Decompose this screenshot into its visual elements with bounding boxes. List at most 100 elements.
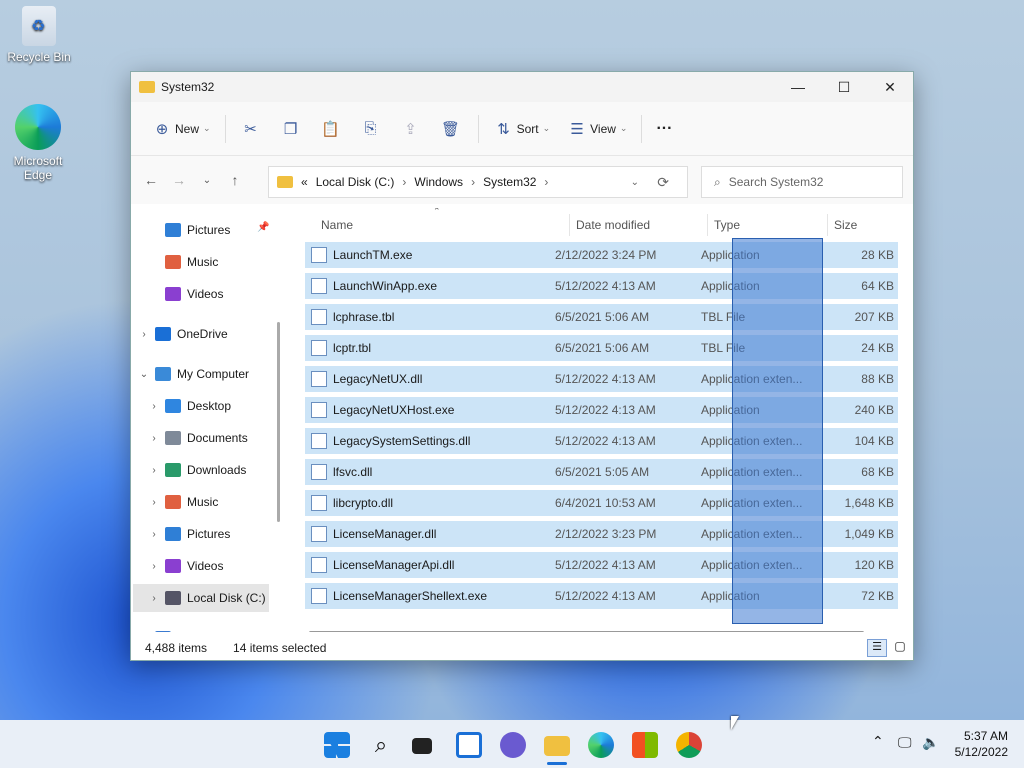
sidebar-scrollbar[interactable] xyxy=(277,322,280,522)
sidebar-item-downloads[interactable]: › Downloads xyxy=(147,456,277,484)
table-row[interactable]: LaunchTM.exe 2/12/2022 3:24 PM Application… xyxy=(305,242,898,268)
sidebar-item-music[interactable]: › Music xyxy=(147,488,277,516)
sidebar-item-pictures[interactable]: › Pictures xyxy=(147,520,277,548)
file-name-cell[interactable]: LicenseManager.dll xyxy=(305,526,555,542)
sidebar-item-videos[interactable]: Videos xyxy=(147,280,277,308)
file-name-cell[interactable]: LicenseManagerApi.dll xyxy=(305,557,555,573)
pictures-icon xyxy=(165,527,181,541)
breadcrumb-system32[interactable]: System32 xyxy=(483,175,536,189)
sidebar-item-local-disk-c-[interactable]: › Local Disk (C:) xyxy=(133,584,269,612)
file-name-cell[interactable]: lcphrase.tbl xyxy=(305,309,555,325)
chrome-icon[interactable] xyxy=(676,732,702,758)
file-name-cell[interactable]: libcrypto.dll xyxy=(305,495,555,511)
table-row[interactable]: LegacyNetUXHost.exe 5/12/2022 4:13 AM Appl… xyxy=(305,397,898,423)
table-row[interactable]: lcphrase.tbl 6/5/2021 5:06 AM TBL File 207 … xyxy=(305,304,898,330)
forward-arrow-icon[interactable]: → xyxy=(165,166,193,194)
sidebar-item-onedrive[interactable]: › OneDrive xyxy=(137,320,277,348)
search-input[interactable]: ⌕ Search System32 xyxy=(701,166,903,198)
file-explorer-taskbar-icon[interactable] xyxy=(544,736,570,756)
column-header-date[interactable]: Date modified xyxy=(569,214,650,236)
file-name-cell[interactable]: lfsvc.dll xyxy=(305,464,555,480)
table-row[interactable]: libcrypto.dll 6/4/2021 10:53 AM Applicatio… xyxy=(305,490,898,516)
widgets-icon[interactable] xyxy=(456,732,482,758)
sidebar-item-network[interactable]: ›Network xyxy=(137,624,277,632)
view-button[interactable]: ☰ View ⌄ xyxy=(558,113,635,145)
back-arrow-icon[interactable]: ← xyxy=(137,166,165,194)
column-header-size[interactable]: Size xyxy=(827,214,857,236)
expand-chevron-icon[interactable]: › xyxy=(147,529,161,540)
refresh-icon[interactable]: ⟳ xyxy=(657,174,669,191)
sort-button[interactable]: ⇅ Sort ⌄ xyxy=(485,113,559,145)
expand-chevron-icon[interactable]: › xyxy=(137,329,151,340)
more-options-button[interactable]: ··· xyxy=(648,113,680,145)
paste-button[interactable]: 📋 xyxy=(312,113,352,145)
table-row[interactable]: lfsvc.dll 6/5/2021 5:05 AM Application ext… xyxy=(305,459,898,485)
table-row[interactable]: LicenseManager.dll 2/12/2022 3:23 PM Appli… xyxy=(305,521,898,547)
desktop-icon-recycle-bin[interactable]: ♻ Recycle Bin xyxy=(7,6,71,64)
expand-chevron-icon[interactable]: › xyxy=(147,465,161,476)
copy-button[interactable]: ❐ xyxy=(272,113,312,145)
file-name-cell[interactable]: LaunchWinApp.exe xyxy=(305,278,555,294)
desktop-icon-edge[interactable]: Microsoft Edge xyxy=(6,104,70,182)
address-dropdown-chevron-icon[interactable]: ⌄ xyxy=(631,177,639,188)
address-path[interactable]: « Local Disk (C:) › Windows › System32 › ⌄ … xyxy=(268,166,688,198)
size-cell: 1,049 KB xyxy=(844,527,894,541)
expand-chevron-icon[interactable]: › xyxy=(147,561,161,572)
network-icon[interactable]: 🖵 xyxy=(898,734,912,751)
up-arrow-icon[interactable]: ↑ xyxy=(221,166,249,194)
path-overflow[interactable]: « xyxy=(301,175,308,189)
volume-icon[interactable]: 🔈 xyxy=(922,734,939,751)
expand-chevron-icon[interactable]: › xyxy=(147,497,161,508)
sidebar-item-desktop[interactable]: › Desktop xyxy=(147,392,277,420)
sidebar-item-my-computer[interactable]: ⌄ My Computer xyxy=(137,360,277,388)
table-row[interactable]: LegacyNetUX.dll 5/12/2022 4:13 AM Applicat… xyxy=(305,366,898,392)
table-row[interactable]: LegacySystemSettings.dll 5/12/2022 4:13 A… xyxy=(305,428,898,454)
table-row[interactable]: LaunchWinApp.exe 5/12/2022 4:13 AM Applica… xyxy=(305,273,898,299)
expand-chevron-icon[interactable]: › xyxy=(147,593,161,604)
table-row[interactable]: LicenseManagerShellext.exe 5/12/2022 4:13… xyxy=(305,583,898,609)
file-name: LegacyNetUX.dll xyxy=(333,372,423,386)
file-name-cell[interactable]: LaunchTM.exe xyxy=(305,247,555,263)
clock[interactable]: 5:37 AM 5/12/2022 xyxy=(955,728,1008,760)
file-name-cell[interactable]: LicenseManagerShellext.exe xyxy=(305,588,555,604)
file-name-cell[interactable]: LegacyNetUXHost.exe xyxy=(305,402,555,418)
minimize-button[interactable]: — xyxy=(775,72,821,102)
share-button[interactable]: ⇪ xyxy=(392,113,432,145)
search-icon[interactable]: ⌕ xyxy=(368,732,394,758)
type-cell: Application xyxy=(701,403,760,417)
file-name-cell[interactable]: LegacySystemSettings.dll xyxy=(305,433,555,449)
edge-taskbar-icon[interactable] xyxy=(588,732,614,758)
store-icon[interactable] xyxy=(632,732,658,758)
expand-chevron-icon[interactable]: ⌄ xyxy=(137,369,151,380)
pin-icon[interactable]: 📌 xyxy=(257,222,269,233)
cut-button[interactable]: ✂ xyxy=(232,113,272,145)
task-view-icon[interactable] xyxy=(412,738,432,754)
rename-button[interactable]: ⎘ xyxy=(352,113,392,145)
file-name-cell[interactable]: lcptr.tbl xyxy=(305,340,555,356)
breadcrumb-local-disk[interactable]: Local Disk (C:) xyxy=(316,175,395,189)
column-header-type[interactable]: Type xyxy=(707,214,740,236)
expand-chevron-icon[interactable]: › xyxy=(147,401,161,412)
details-view-icon[interactable]: ☰ xyxy=(867,639,887,657)
horizontal-scrollbar[interactable] xyxy=(309,631,864,632)
close-button[interactable]: ✕ xyxy=(867,72,913,102)
tiles-view-icon[interactable]: ▢ xyxy=(891,639,909,657)
sidebar-item-videos[interactable]: › Videos xyxy=(147,552,277,580)
sidebar-item-music[interactable]: Music xyxy=(147,248,277,276)
file-name: lfsvc.dll xyxy=(333,465,373,479)
delete-button[interactable]: 🗑 xyxy=(432,113,472,145)
show-hidden-icons-chevron-icon[interactable]: ⌃ xyxy=(872,733,884,750)
chat-icon[interactable] xyxy=(500,732,526,758)
recent-locations-chevron-icon[interactable]: ⌄ xyxy=(193,166,221,194)
new-button[interactable]: ⊕ New ⌄ xyxy=(143,113,219,145)
table-row[interactable]: LicenseManagerApi.dll 5/12/2022 4:13 AM Ap… xyxy=(305,552,898,578)
file-name-cell[interactable]: LegacyNetUX.dll xyxy=(305,371,555,387)
breadcrumb-windows[interactable]: Windows xyxy=(414,175,463,189)
table-row[interactable]: lcptr.tbl 6/5/2021 5:06 AM TBL File 24 KB xyxy=(305,335,898,361)
type-cell: Application exten... xyxy=(701,372,803,386)
sidebar-item-documents[interactable]: › Documents xyxy=(147,424,277,452)
expand-chevron-icon[interactable]: › xyxy=(147,433,161,444)
column-header-name[interactable]: Name xyxy=(321,214,353,236)
size-cell: 88 KB xyxy=(861,372,894,386)
maximize-button[interactable]: ☐ xyxy=(821,72,867,102)
